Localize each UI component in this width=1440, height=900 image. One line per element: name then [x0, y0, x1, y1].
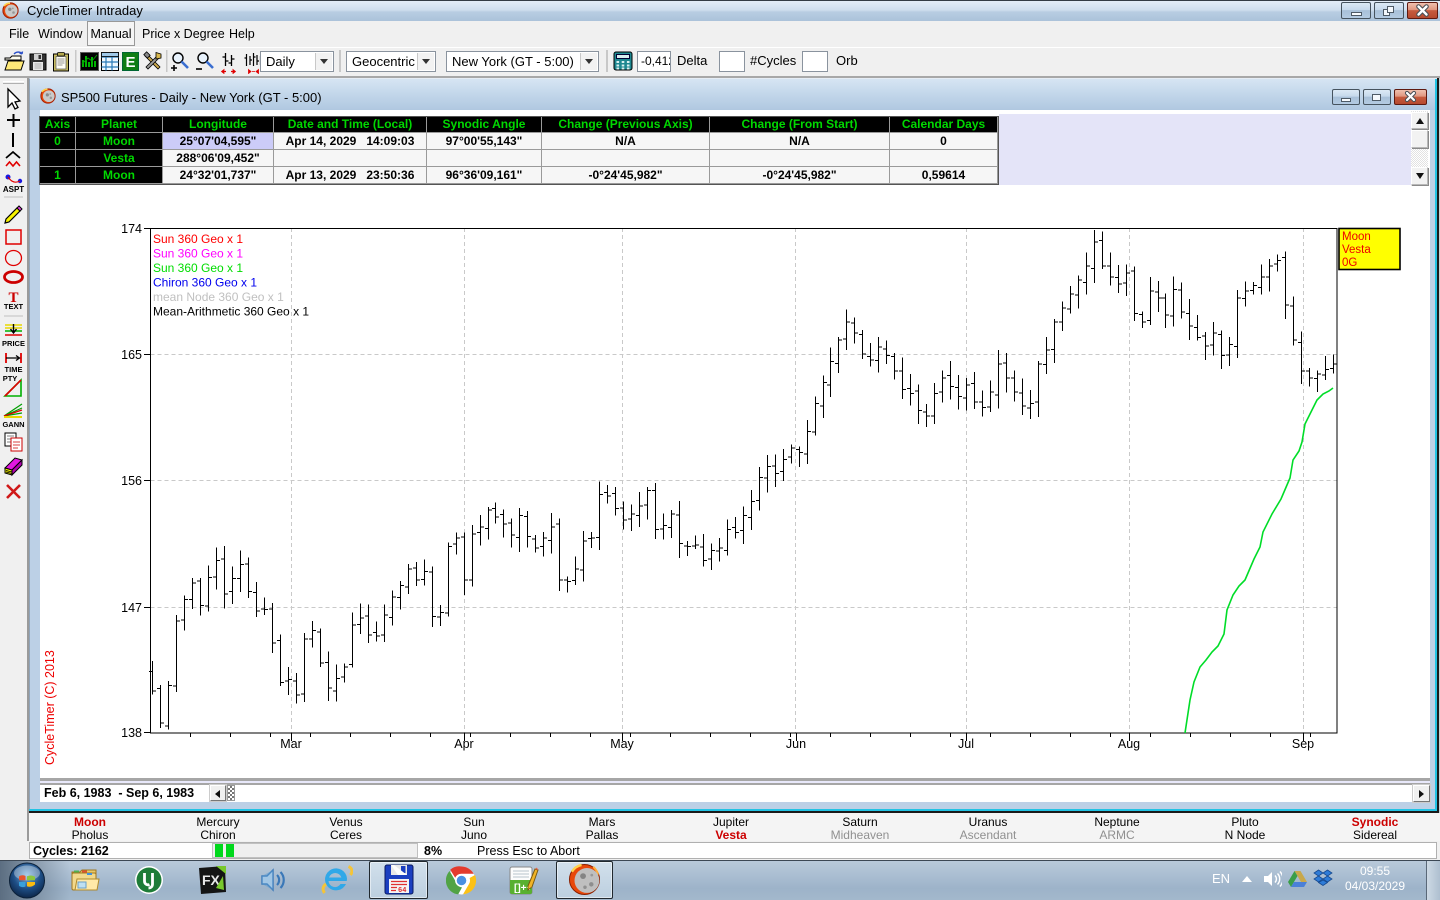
svg-text:May: May	[610, 737, 634, 751]
svg-text:64: 64	[398, 887, 406, 895]
svg-text:Sun 360 Geo x 1: Sun 360 Geo x 1	[153, 232, 243, 246]
svg-text:138: 138	[121, 726, 142, 740]
svg-text:mean Node 360 Geo x 1: mean Node 360 Geo x 1	[153, 290, 284, 304]
svg-text:Chiron 360 Geo x 1: Chiron 360 Geo x 1	[153, 276, 257, 290]
svg-text:174: 174	[121, 222, 142, 236]
svg-text:CycleTimer (C) 2013: CycleTimer (C) 2013	[43, 650, 57, 765]
svg-text:Sun 360 Geo x 1: Sun 360 Geo x 1	[153, 261, 243, 275]
svg-text:156: 156	[121, 474, 142, 488]
svg-text:Jul: Jul	[958, 737, 974, 751]
svg-text:147: 147	[121, 601, 142, 615]
svg-text:Sep: Sep	[1292, 737, 1314, 751]
svg-text:165: 165	[121, 348, 142, 362]
svg-text:Vesta: Vesta	[1342, 244, 1371, 256]
svg-text:Mar: Mar	[280, 737, 302, 751]
svg-text:Apr: Apr	[454, 737, 473, 751]
svg-text:Sun 360 Geo x 1: Sun 360 Geo x 1	[153, 247, 243, 261]
svg-text:Aug: Aug	[1118, 737, 1140, 751]
svg-text:Mean-Arithmetic 360 Geo x 1: Mean-Arithmetic 360 Geo x 1	[153, 305, 309, 319]
svg-text:Moon: Moon	[1342, 231, 1371, 243]
svg-text:0G: 0G	[1342, 257, 1357, 269]
svg-text:Jun: Jun	[786, 737, 806, 751]
